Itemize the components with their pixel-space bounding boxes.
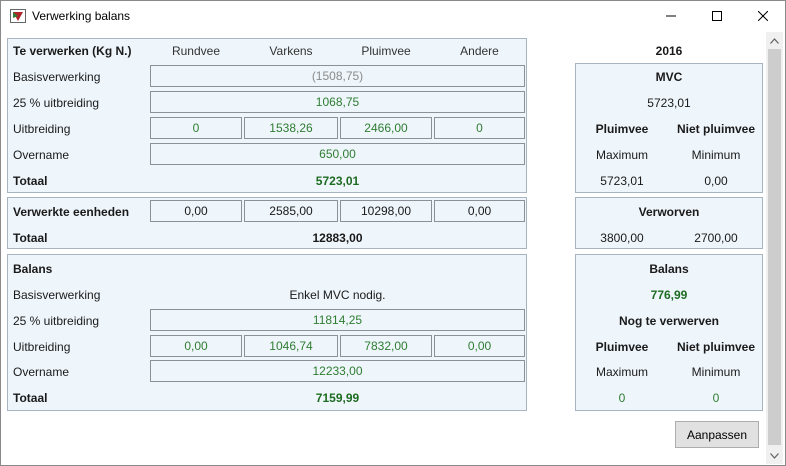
mvc-maximum-value: 5723,01 (600, 174, 644, 188)
mvc-minimum-label: Minimum (691, 148, 741, 162)
arrow-up-icon (770, 37, 779, 44)
nog-te-verwerven-label: Nog te verwerven (618, 314, 720, 328)
aanpassen-button[interactable]: Aanpassen (675, 421, 759, 448)
eenheden-pluimvee-field[interactable]: 10298,00 (340, 200, 432, 222)
minimize-button[interactable] (648, 1, 694, 31)
balans-uitbreiding-label: Uitbreiding (13, 340, 71, 354)
balans-totaal-label: Totaal (13, 391, 48, 405)
balans-right-title: Balans (649, 262, 689, 276)
close-icon (758, 11, 768, 21)
balans-totaal-value: 7159,99 (315, 391, 360, 405)
eenheden-andere-field[interactable]: 0,00 (434, 200, 525, 222)
balans-right-value: 776,99 (650, 288, 688, 302)
uitbreiding-andere-field[interactable]: 0 (434, 117, 525, 139)
close-button[interactable] (740, 1, 786, 31)
balans-uitbreiding-25-field[interactable]: 11814,25 (150, 309, 525, 331)
balans-uitbreiding-pluimvee-field[interactable]: 7832,00 (340, 335, 432, 357)
mvc-maximum-label: Maximum (595, 148, 648, 162)
minimize-icon (666, 15, 676, 17)
maximize-button[interactable] (694, 1, 740, 31)
balans-basisverwerking-label: Basisverwerking (13, 288, 101, 302)
te-verwerken-panel (7, 38, 527, 193)
balans-panel (7, 254, 527, 411)
rundvee-header: Rundvee (171, 44, 221, 58)
balans-basisverwerking-value: Enkel MVC nodig. (289, 288, 386, 302)
eenheden-varkens-field[interactable]: 2585,00 (244, 200, 338, 222)
basisverwerking-label: Basisverwerking (13, 70, 101, 84)
uitbreiding-25-label: 25 % uitbreiding (13, 96, 100, 110)
balans-uitbreiding-25-label: 25 % uitbreiding (13, 314, 100, 328)
year-label: 2016 (655, 44, 683, 58)
uitbreiding-label: Uitbreiding (13, 122, 71, 136)
balans-right-maximum-value: 0 (618, 391, 626, 405)
balans-header: Balans (13, 262, 53, 276)
uitbreiding-varkens-field[interactable]: 1538,26 (244, 117, 338, 139)
vertical-scrollbar[interactable] (766, 32, 783, 464)
mvc-pluimvee-label: Pluimvee (595, 122, 649, 136)
balans-overname-label: Overname (13, 365, 70, 379)
maximize-icon (712, 11, 722, 21)
balans-right-minimum-value: 0 (712, 391, 720, 405)
verwerkte-eenheden-label: Verwerkte eenheden (13, 205, 130, 219)
te-verwerken-header: Te verwerken (Kg N.) (13, 44, 132, 58)
balans-uitbreiding-varkens-field[interactable]: 1046,74 (244, 335, 338, 357)
balans-right-panel (575, 254, 763, 411)
scroll-down-button[interactable] (766, 447, 783, 464)
balans-right-niet-pluimvee-label: Niet pluimvee (676, 340, 756, 354)
overname-label: Overname (13, 148, 70, 162)
balans-uitbreiding-rundvee-field[interactable]: 0,00 (150, 335, 242, 357)
varkens-header: Varkens (269, 44, 313, 58)
arrow-down-icon (770, 452, 779, 459)
mvc-niet-pluimvee-label: Niet pluimvee (676, 122, 756, 136)
app-logo-icon (10, 9, 26, 23)
verworven-value-1: 3800,00 (600, 231, 644, 245)
mvc-value: 5723,01 (647, 96, 691, 110)
totaal-verwerken-value: 5723,01 (315, 174, 360, 188)
title-bar: Verwerking balans (1, 1, 785, 31)
eenheden-totaal-value: 12883,00 (312, 231, 363, 245)
basisverwerking-field[interactable]: (1508,75) (150, 65, 525, 87)
window: Verwerking balans Te verwerken (Kg N.) R… (0, 0, 786, 466)
scrollbar-thumb[interactable] (768, 49, 781, 445)
balans-right-pluimvee-label: Pluimvee (595, 340, 649, 354)
andere-header: Andere (460, 44, 499, 58)
eenheden-rundvee-field[interactable]: 0,00 (150, 200, 242, 222)
eenheden-totaal-label: Totaal (13, 231, 48, 245)
scroll-up-button[interactable] (766, 32, 783, 49)
overname-field[interactable]: 650,00 (150, 143, 525, 165)
balans-right-minimum-label: Minimum (691, 365, 741, 379)
pluimvee-header: Pluimvee (361, 44, 411, 58)
window-title: Verwerking balans (32, 9, 131, 23)
verworven-title: Verworven (638, 205, 700, 219)
uitbreiding-pluimvee-field[interactable]: 2466,00 (340, 117, 432, 139)
totaal-label: Totaal (13, 174, 48, 188)
balans-overname-field[interactable]: 12233,00 (150, 360, 525, 382)
uitbreiding-25-field[interactable]: 1068,75 (150, 91, 525, 113)
balans-uitbreiding-andere-field[interactable]: 0,00 (434, 335, 525, 357)
mvc-title: MVC (655, 70, 683, 84)
uitbreiding-rundvee-field[interactable]: 0 (150, 117, 242, 139)
balans-right-maximum-label: Maximum (595, 365, 648, 379)
mvc-minimum-value: 0,00 (704, 174, 728, 188)
verworven-value-2: 2700,00 (694, 231, 738, 245)
